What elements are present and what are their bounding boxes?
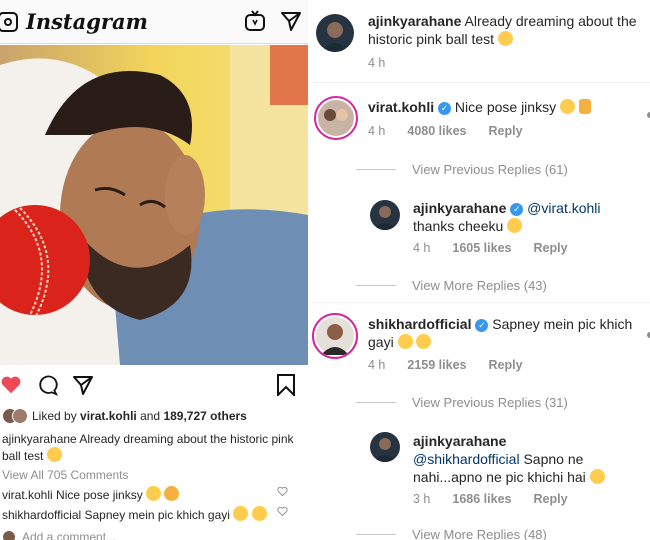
thinking-emoji-icon bbox=[251, 506, 267, 521]
comment-time: 3 h bbox=[413, 492, 431, 506]
likes-count-link[interactable]: 189,727 others bbox=[163, 409, 246, 423]
comment-body: ajinkyarahane Already dreaming about the… bbox=[368, 12, 650, 48]
comment-meta: 4 h 4080 likes Reply bbox=[368, 124, 523, 138]
add-comment-row[interactable]: Add a comment... bbox=[2, 530, 116, 540]
mention-link[interactable]: @shikhardofficial bbox=[413, 451, 520, 467]
comment-meta: 3 h 1686 likes Reply bbox=[413, 492, 568, 506]
reply-button[interactable]: Reply bbox=[533, 241, 567, 255]
comment-time: 4 h bbox=[368, 358, 386, 372]
view-all-comments-link[interactable]: View All 705 Comments bbox=[2, 468, 129, 482]
comment-likes[interactable]: 1605 likes bbox=[452, 241, 511, 255]
comment-body: ajinkyarahane ✓ @virat.kohli thanks chee… bbox=[413, 199, 645, 235]
caption-user[interactable]: ajinkyarahane bbox=[2, 432, 77, 446]
comment-user[interactable]: virat.kohli bbox=[2, 488, 53, 502]
avatar[interactable] bbox=[314, 96, 358, 140]
wink-emoji-icon bbox=[589, 469, 605, 484]
comments-thread-panel: ajinkyarahane Already dreaming about the… bbox=[312, 0, 650, 540]
smile-emoji-icon bbox=[497, 31, 513, 46]
comment-text: thanks cheeku bbox=[413, 218, 504, 234]
comment-time: 4 h bbox=[368, 56, 386, 70]
comment-body: shikhardofficial ✓ Sapney mein pic khich… bbox=[368, 315, 650, 351]
view-more-replies-link[interactable]: View More Replies (48) bbox=[356, 527, 547, 540]
camera-icon[interactable] bbox=[0, 11, 18, 32]
comment-user[interactable]: ajinkyarahane bbox=[413, 200, 506, 216]
comment-meta: 4 h bbox=[368, 56, 385, 70]
comment-meta: 4 h 2159 likes Reply bbox=[368, 358, 523, 372]
comment-text: Sapney mein pic khich gayi bbox=[84, 508, 230, 522]
separator bbox=[312, 82, 650, 83]
wink-emoji-icon bbox=[507, 218, 523, 233]
comment-body: virat.kohli ✓ Nice pose jinksy bbox=[368, 98, 650, 116]
comment-likes[interactable]: 2159 likes bbox=[407, 358, 466, 372]
comment-row: shikhardofficial Sapney mein pic khich g… bbox=[2, 506, 302, 522]
igtv-icon[interactable] bbox=[244, 10, 266, 37]
thinking-emoji-icon bbox=[397, 334, 413, 349]
add-comment-placeholder[interactable]: Add a comment... bbox=[22, 530, 116, 540]
likes-prefix: Liked by bbox=[32, 409, 77, 423]
share-icon[interactable] bbox=[72, 374, 94, 401]
verified-badge-icon: ✓ bbox=[475, 319, 489, 332]
view-previous-replies-link[interactable]: View Previous Replies (61) bbox=[356, 162, 568, 177]
comment-time: 4 h bbox=[368, 124, 386, 138]
verified-badge-icon: ✓ bbox=[510, 203, 524, 216]
ok-hand-emoji-icon bbox=[578, 99, 591, 114]
avatar[interactable] bbox=[370, 432, 400, 462]
smile-emoji-icon bbox=[46, 447, 62, 462]
comment-icon[interactable] bbox=[36, 374, 59, 401]
avatar[interactable] bbox=[370, 200, 400, 230]
comment-like-icon[interactable] bbox=[646, 326, 650, 338]
comment-time: 4 h bbox=[413, 241, 431, 255]
likes-summary: Liked by virat.kohli and 189,727 others bbox=[2, 408, 247, 424]
comment-text: Nice pose jinksy bbox=[56, 488, 143, 502]
comment-like-icon[interactable] bbox=[277, 506, 288, 520]
comment-likes[interactable]: 1686 likes bbox=[452, 492, 511, 506]
comment-user[interactable]: shikhardofficial bbox=[368, 316, 471, 332]
likes-mid: and bbox=[140, 409, 161, 423]
comment-user[interactable]: shikhardofficial bbox=[2, 508, 81, 522]
tongue-emoji-icon bbox=[559, 99, 575, 114]
mention-link[interactable]: @virat.kohli bbox=[527, 200, 600, 216]
comment-user[interactable]: ajinkyarahane bbox=[413, 433, 506, 449]
liker-avatar bbox=[12, 408, 28, 424]
avatar[interactable] bbox=[316, 14, 354, 52]
comment-meta: 4 h 1605 likes Reply bbox=[413, 241, 568, 255]
tongue-emoji-icon bbox=[146, 486, 162, 501]
comment-user[interactable]: virat.kohli bbox=[368, 99, 434, 115]
comment-like-icon[interactable] bbox=[646, 106, 650, 118]
like-heart-icon[interactable] bbox=[0, 374, 22, 401]
comment-like-icon[interactable] bbox=[277, 486, 288, 500]
reply-button[interactable]: Reply bbox=[488, 124, 522, 138]
comment-likes[interactable]: 4080 likes bbox=[407, 124, 466, 138]
app-header: Instagram bbox=[0, 0, 308, 44]
comment-body: ajinkyarahane @shikhardofficial Sapno ne… bbox=[413, 432, 643, 486]
instagram-logo: Instagram bbox=[26, 9, 148, 34]
thinking-emoji-icon bbox=[233, 506, 249, 521]
separator bbox=[312, 302, 650, 303]
reply-button[interactable]: Reply bbox=[488, 358, 522, 372]
liked-user-link[interactable]: virat.kohli bbox=[80, 409, 137, 423]
reply-button[interactable]: Reply bbox=[533, 492, 567, 506]
thinking-emoji-icon bbox=[416, 334, 432, 349]
comment-user[interactable]: ajinkyarahane bbox=[368, 13, 461, 29]
view-more-replies-link[interactable]: View More Replies (43) bbox=[356, 278, 547, 293]
post-actions bbox=[0, 374, 308, 400]
bookmark-icon[interactable] bbox=[276, 374, 296, 401]
comment-row: virat.kohli Nice pose jinksy bbox=[2, 486, 302, 502]
comment-text: Nice pose jinksy bbox=[454, 99, 557, 115]
view-previous-replies-link[interactable]: View Previous Replies (31) bbox=[356, 395, 568, 410]
post-image[interactable] bbox=[0, 45, 308, 365]
ok-hand-emoji-icon bbox=[164, 486, 180, 501]
verified-badge-icon: ✓ bbox=[438, 102, 452, 115]
post-panel: Instagram Liked by virat.kohli and 189,7… bbox=[0, 0, 308, 540]
post-caption: ajinkyarahane Already dreaming about the… bbox=[2, 432, 302, 464]
avatar[interactable] bbox=[312, 313, 358, 359]
direct-message-icon[interactable] bbox=[280, 10, 302, 37]
user-avatar bbox=[2, 530, 16, 540]
